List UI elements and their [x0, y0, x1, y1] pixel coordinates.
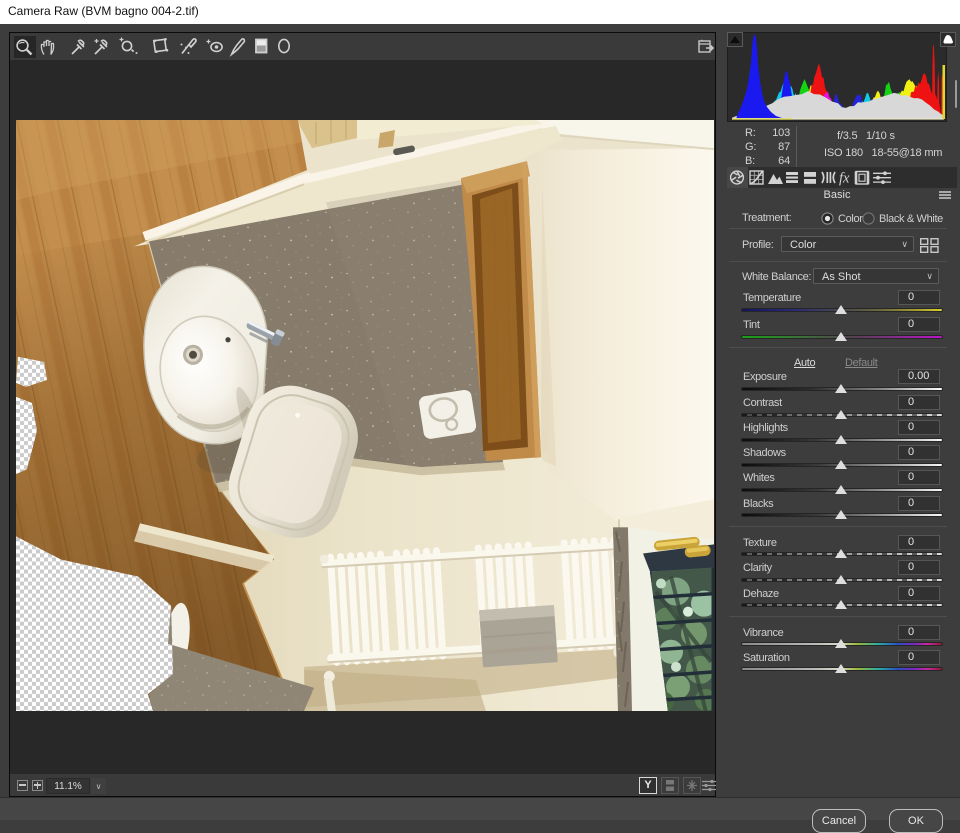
svg-text:fx: fx — [839, 171, 850, 187]
